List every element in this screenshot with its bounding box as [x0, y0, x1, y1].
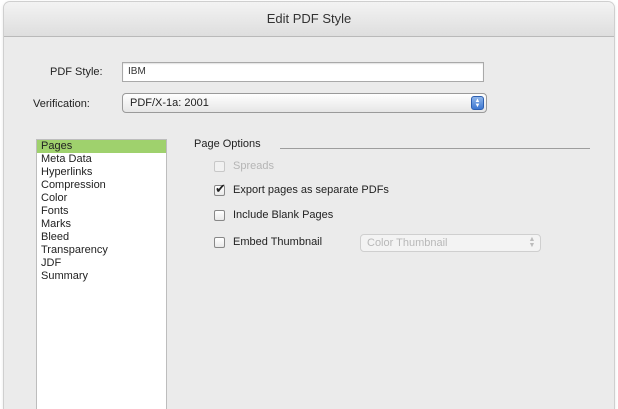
window-title: Edit PDF Style [266, 11, 352, 26]
pdf-style-value: IBM [128, 66, 146, 77]
page-options-title: Page Options [194, 138, 261, 150]
up-down-arrows-icon: ▲ ▼ [528, 236, 536, 249]
checkmark-icon: ✔ [215, 182, 226, 197]
include-blank-label[interactable]: Include Blank Pages [233, 209, 333, 221]
pdf-style-input[interactable]: IBM [122, 62, 484, 82]
spreads-label: Spreads [233, 160, 274, 172]
verification-select[interactable]: PDF/X-1a: 2001 ▲ ▼ [122, 93, 487, 113]
embed-thumbnail-label[interactable]: Embed Thumbnail [233, 236, 322, 248]
sidebar-item-fonts[interactable]: Fonts [37, 205, 166, 218]
export-separate-checkbox[interactable]: ✔ [214, 182, 226, 197]
sidebar-item-jdf[interactable]: JDF [37, 257, 166, 270]
pdf-style-label: PDF Style: [50, 66, 103, 78]
sidebar-item-hyperlinks[interactable]: Hyperlinks [37, 166, 166, 179]
sidebar-item-compression[interactable]: Compression [37, 179, 166, 192]
edit-pdf-style-window: Edit PDF Style PDF Style: IBM Verificati… [4, 2, 614, 409]
sidebar-item-pages[interactable]: Pages [37, 140, 166, 153]
sidebar-item-summary[interactable]: Summary [37, 270, 166, 283]
verification-label: Verification: [33, 98, 90, 110]
verification-value: PDF/X-1a: 2001 [130, 97, 209, 109]
section-divider [280, 148, 590, 149]
include-blank-checkbox[interactable] [214, 210, 225, 221]
sidebar-item-bleed[interactable]: Bleed [37, 231, 166, 244]
sidebar-item-transparency[interactable]: Transparency [37, 244, 166, 257]
embed-thumbnail-checkbox[interactable] [214, 237, 225, 248]
up-down-arrows-icon: ▲ ▼ [471, 96, 484, 110]
export-separate-label[interactable]: Export pages as separate PDFs [233, 184, 389, 196]
sidebar-item-meta-data[interactable]: Meta Data [37, 153, 166, 166]
title-bar: Edit PDF Style [4, 2, 614, 37]
category-list: Pages Meta Data Hyperlinks Compression C… [36, 139, 167, 409]
sidebar-item-color[interactable]: Color [37, 192, 166, 205]
thumbnail-type-value: Color Thumbnail [367, 237, 448, 249]
thumbnail-type-select: Color Thumbnail ▲ ▼ [360, 234, 541, 252]
sidebar-item-marks[interactable]: Marks [37, 218, 166, 231]
spreads-checkbox [214, 161, 225, 172]
